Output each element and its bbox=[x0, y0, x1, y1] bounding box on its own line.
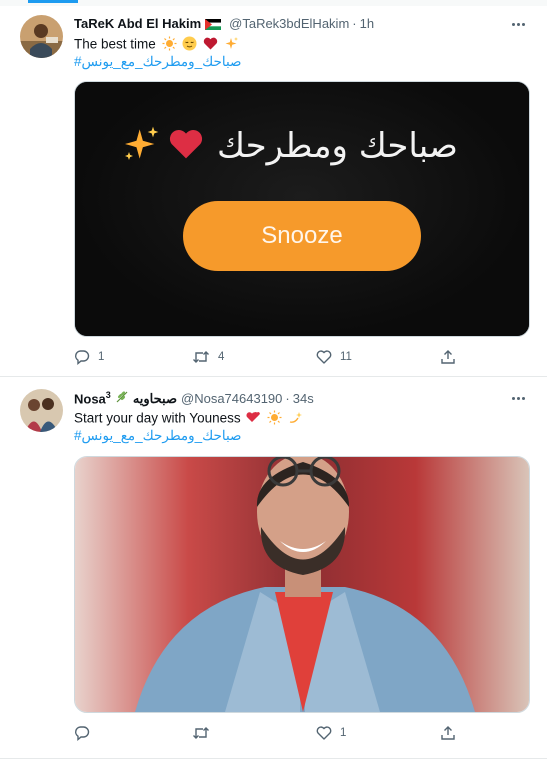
tweet-text-content: The best time bbox=[74, 36, 156, 52]
retweet-icon bbox=[193, 351, 209, 363]
retweet-count: 4 bbox=[218, 351, 225, 363]
tweet-text: Start your day with Youness bbox=[74, 410, 303, 428]
tweet-header: Nosa3 صبحاويه @Nosa74643190 · 34s bbox=[74, 390, 314, 407]
user-handle[interactable]: @Nosa74643190 bbox=[181, 391, 282, 406]
display-name-superscript: 3 bbox=[105, 390, 111, 401]
tweet-header: TaReK Abd El Hakim @TaRek3bdElHakim · 1h bbox=[74, 16, 374, 31]
tweet[interactable]: TaReK Abd El Hakim @TaRek3bdElHakim · 1h… bbox=[0, 6, 547, 377]
palestine-flag-icon bbox=[205, 18, 222, 30]
red-heart-icon bbox=[203, 36, 218, 54]
tweet-actions: 1 4 11 bbox=[74, 349, 494, 369]
separator-dot: · bbox=[285, 391, 290, 406]
retweet-button[interactable]: 4 bbox=[192, 349, 224, 365]
snooze-button: Snooze bbox=[183, 201, 421, 271]
timestamp[interactable]: 1h bbox=[360, 16, 374, 31]
like-button[interactable]: 1 bbox=[316, 725, 346, 741]
hashtag-link[interactable]: #صباحك_ومطرحك_مع_يونس bbox=[74, 54, 242, 70]
display-name-text: Nosa bbox=[74, 391, 106, 407]
like-count: 11 bbox=[340, 351, 352, 363]
share-icon bbox=[441, 726, 455, 740]
display-name-arabic[interactable]: صبحاويه bbox=[133, 391, 177, 407]
timestamp[interactable]: 34s bbox=[293, 391, 314, 406]
reply-icon bbox=[75, 726, 90, 741]
sun-icon bbox=[267, 410, 282, 428]
tweet-text: The best time bbox=[74, 36, 239, 54]
herb-icon bbox=[115, 390, 129, 407]
snooze-label: Snooze bbox=[261, 222, 343, 249]
tweet-photo bbox=[75, 457, 529, 712]
sparkles-icon bbox=[224, 36, 239, 54]
dizzy-icon bbox=[288, 410, 303, 428]
reply-button[interactable]: 1 bbox=[74, 349, 104, 365]
display-name[interactable]: Nosa3 bbox=[74, 390, 111, 406]
red-heart-icon bbox=[167, 126, 205, 167]
sun-icon bbox=[162, 36, 177, 54]
share-button[interactable] bbox=[440, 349, 456, 365]
reply-icon bbox=[75, 350, 90, 365]
like-button[interactable]: 11 bbox=[316, 349, 352, 365]
heart-icon bbox=[316, 350, 332, 364]
tweet-actions: 1 bbox=[74, 725, 494, 745]
avatar[interactable] bbox=[20, 389, 63, 432]
reply-count: 1 bbox=[98, 351, 105, 363]
retweet-icon bbox=[193, 727, 209, 739]
share-button[interactable] bbox=[440, 725, 456, 741]
share-icon bbox=[441, 350, 455, 364]
more-icon[interactable] bbox=[509, 16, 527, 32]
tweet-image[interactable]: صباحك ومطرحك Snooze bbox=[74, 81, 530, 337]
active-tab-indicator bbox=[28, 0, 78, 3]
user-handle[interactable]: @TaRek3bdElHakim bbox=[229, 16, 349, 31]
like-count: 1 bbox=[340, 727, 347, 739]
tweet-image[interactable] bbox=[74, 456, 530, 713]
more-icon[interactable] bbox=[509, 390, 527, 406]
heart-icon bbox=[316, 726, 332, 740]
two-hearts-icon bbox=[246, 410, 261, 428]
avatar[interactable] bbox=[20, 15, 63, 58]
hashtag-link[interactable]: #صباحك_ومطرحك_مع_يونس bbox=[74, 428, 242, 444]
display-name[interactable]: TaReK Abd El Hakim bbox=[74, 16, 201, 31]
image-arabic-text: صباحك ومطرحك bbox=[217, 126, 458, 166]
reply-button[interactable] bbox=[74, 725, 98, 741]
tweet[interactable]: Nosa3 صبحاويه @Nosa74643190 · 34s Start … bbox=[0, 377, 547, 759]
relieved-face-icon bbox=[182, 36, 197, 54]
tweet-text-content: Start your day with Youness bbox=[74, 410, 241, 426]
retweet-button[interactable] bbox=[192, 725, 218, 741]
separator-dot: · bbox=[352, 16, 357, 31]
sparkles-icon bbox=[121, 124, 161, 169]
